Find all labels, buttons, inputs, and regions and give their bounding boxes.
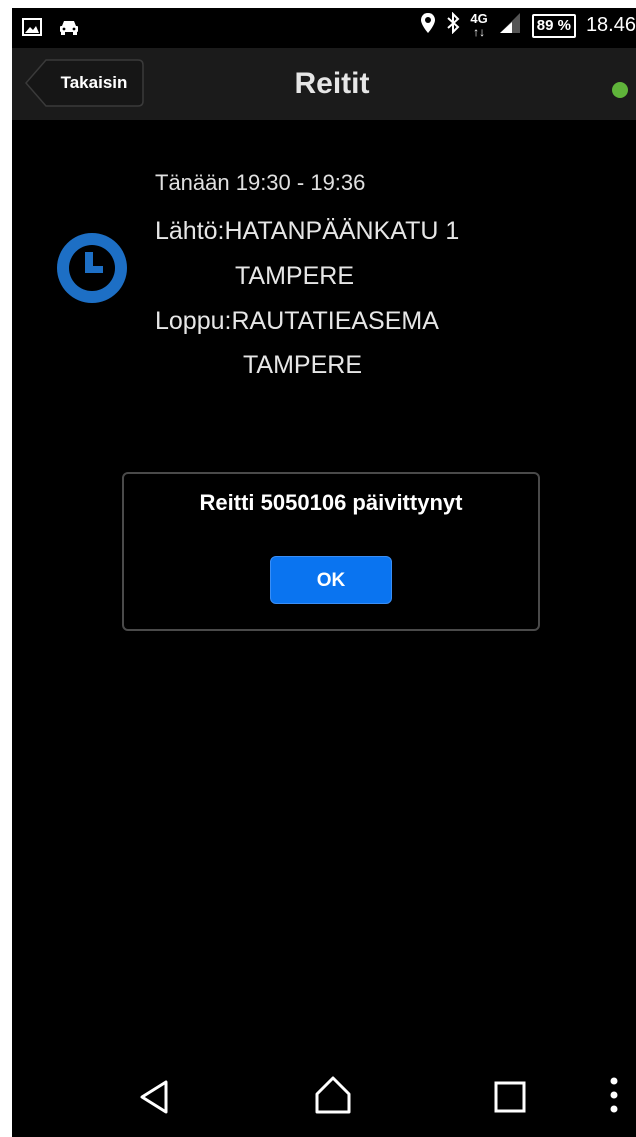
connection-status-dot	[612, 82, 628, 98]
more-icon[interactable]	[609, 1075, 619, 1120]
car-icon	[58, 18, 80, 41]
network-label: 4G	[470, 11, 488, 26]
image-icon	[22, 18, 42, 41]
signal-icon	[498, 12, 522, 39]
route-time: Tänään 19:30 - 19:36	[155, 170, 366, 195]
app-header: Takaisin Reitit	[12, 48, 636, 120]
status-bar: 4G ↑↓ 89 % 18.46	[12, 8, 636, 48]
route-start-city: TAMPERE	[235, 262, 354, 290]
status-bar-left	[22, 18, 80, 41]
route-end: Loppu:RAUTATIEASEMA	[155, 307, 439, 335]
dialog-message: Reitti 5050106 päivittynyt	[199, 490, 463, 515]
route-end-city: TAMPERE	[243, 351, 362, 379]
clock-icon	[54, 230, 130, 311]
clock-time: 18.46	[585, 14, 636, 36]
update-dialog: Reitti 5050106 päivittynyt OK	[122, 472, 540, 631]
bluetooth-icon	[446, 11, 460, 39]
back-button-label: Takaisin	[60, 73, 128, 92]
battery-indicator: 89 %	[531, 13, 576, 38]
back-icon[interactable]	[138, 1079, 170, 1120]
network-4g-icon: 4G ↑↓	[470, 11, 488, 39]
recents-icon[interactable]	[494, 1081, 526, 1118]
route-start: Lähtö:HATANPÄÄNKATU 1	[155, 217, 460, 245]
status-bar-right: 4G ↑↓ 89 % 18.46	[420, 11, 636, 39]
page-title: Reitit	[294, 67, 370, 100]
location-icon	[420, 12, 436, 39]
ok-button[interactable]: OK	[270, 556, 392, 604]
system-nav-bar	[12, 1057, 636, 1137]
home-icon[interactable]	[314, 1075, 352, 1120]
phone-screen: 4G ↑↓ 89 % 18.46 Takaisin Reitit Tänään …	[12, 8, 636, 1137]
back-button[interactable]: Takaisin	[24, 59, 144, 107]
